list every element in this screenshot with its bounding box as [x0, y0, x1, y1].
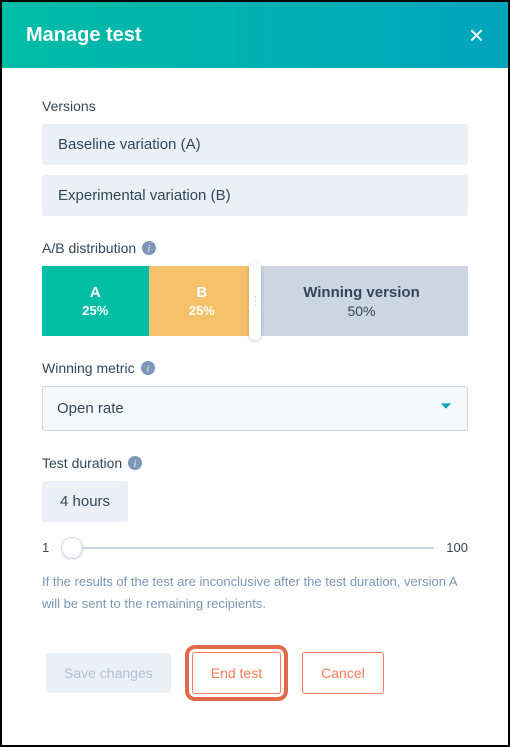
- winning-metric-value: Open rate: [57, 400, 124, 417]
- versions-list: Baseline variation (A) Experimental vari…: [42, 124, 468, 216]
- dist-a-pct: 25%: [82, 303, 108, 318]
- distribution-label: A/B distribution i: [42, 240, 468, 256]
- close-icon[interactable]: ×: [469, 22, 484, 48]
- winning-metric-select[interactable]: Open rate: [42, 386, 468, 431]
- help-text: If the results of the test are inconclus…: [42, 571, 468, 615]
- svg-text:i: i: [148, 244, 151, 255]
- info-icon[interactable]: i: [141, 361, 155, 375]
- modal-header: Manage test ×: [2, 2, 508, 68]
- duration-label: Test duration i: [42, 455, 468, 471]
- version-item-a[interactable]: Baseline variation (A): [42, 124, 468, 165]
- version-item-b[interactable]: Experimental variation (B): [42, 175, 468, 216]
- chevron-down-icon: [439, 399, 453, 418]
- dist-b-pct: 25%: [189, 303, 215, 318]
- distribution-segment-winner: Winning version 50%: [255, 266, 468, 336]
- modal-content: Versions Baseline variation (A) Experime…: [2, 68, 508, 721]
- winning-metric-label-text: Winning metric: [42, 360, 135, 376]
- duration-value: 4 hours: [42, 481, 128, 522]
- modal-footer: Save changes End test Cancel: [42, 645, 468, 701]
- slider-max: 100: [446, 540, 468, 555]
- save-changes-button[interactable]: Save changes: [46, 653, 171, 693]
- end-test-button[interactable]: End test: [192, 652, 281, 694]
- slider-track[interactable]: [61, 547, 434, 549]
- cancel-button[interactable]: Cancel: [302, 652, 384, 694]
- svg-text:i: i: [146, 364, 149, 375]
- duration-slider: 1 100: [42, 540, 468, 555]
- distribution-segment-b: B 25%: [149, 266, 256, 336]
- winning-metric-label: Winning metric i: [42, 360, 468, 376]
- distribution-drag-handle[interactable]: ⋮: [249, 262, 261, 340]
- slider-thumb[interactable]: [61, 537, 83, 559]
- highlight-annotation: End test: [185, 645, 288, 701]
- dist-winner-label: Winning version: [303, 284, 420, 301]
- distribution-segment-a: A 25%: [42, 266, 149, 336]
- duration-label-text: Test duration: [42, 455, 122, 471]
- dist-winner-pct: 50%: [347, 303, 375, 319]
- dist-b-letter: B: [196, 284, 207, 301]
- versions-label: Versions: [42, 98, 468, 114]
- drag-dots-icon: ⋮: [250, 299, 261, 303]
- svg-text:i: i: [134, 459, 137, 470]
- info-icon[interactable]: i: [128, 456, 142, 470]
- slider-min: 1: [42, 540, 49, 555]
- distribution-label-text: A/B distribution: [42, 240, 136, 256]
- dist-a-letter: A: [90, 284, 101, 301]
- info-icon[interactable]: i: [142, 241, 156, 255]
- distribution-bar: A 25% B 25% Winning version 50% ⋮: [42, 266, 468, 336]
- modal-title: Manage test: [26, 24, 142, 47]
